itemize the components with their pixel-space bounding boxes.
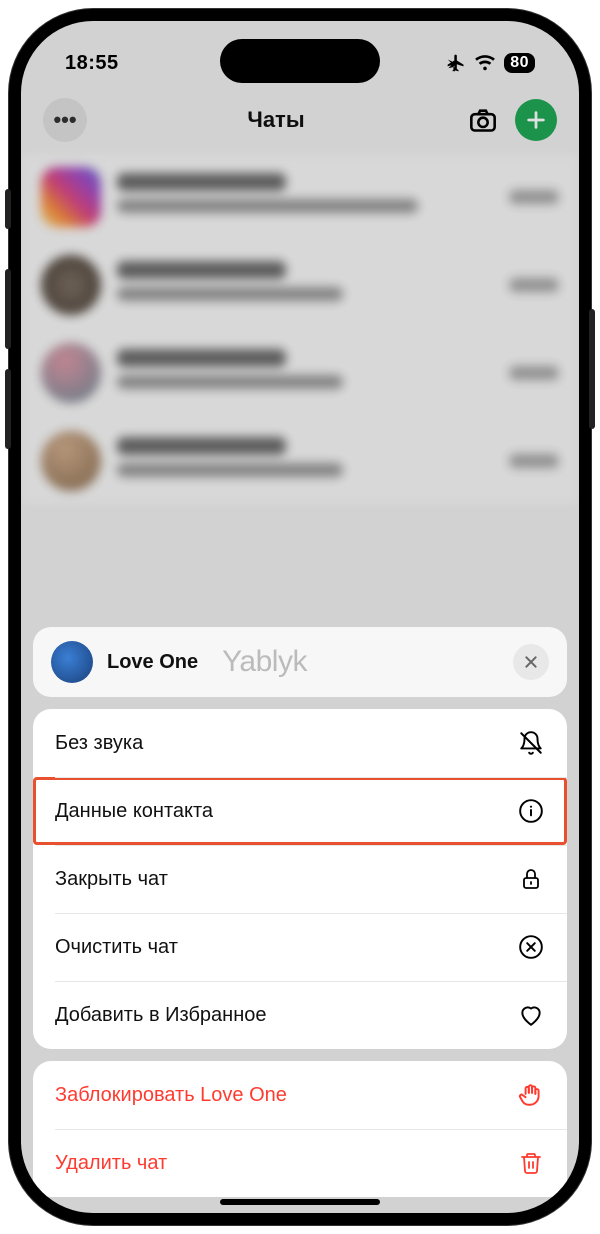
volume-up-button <box>5 269 11 349</box>
menu-item-label: Без звука <box>55 732 517 755</box>
add-favorites-menu-item[interactable]: Добавить в Избранное <box>33 981 567 1049</box>
battery-level: 80 <box>504 53 535 73</box>
home-indicator[interactable] <box>220 1199 380 1205</box>
status-time: 18:55 <box>65 52 119 75</box>
mute-switch <box>5 189 11 229</box>
menu-item-label: Очистить чат <box>55 936 517 959</box>
phone-frame: 18:55 80 ••• Чаты <box>9 9 591 1225</box>
close-icon <box>523 654 539 670</box>
close-chat-menu-item[interactable]: Закрыть чат <box>33 845 567 913</box>
chat-context-menu: Love One Yablyk Без звука Данные контакт… <box>33 627 567 1197</box>
context-header: Love One Yablyk <box>33 627 567 697</box>
heart-icon <box>517 1001 545 1029</box>
hand-icon <box>517 1081 545 1109</box>
delete-chat-menu-item[interactable]: Удалить чат <box>33 1129 567 1197</box>
block-menu-item[interactable]: Заблокировать Love One <box>33 1061 567 1129</box>
x-circle-icon <box>517 933 545 961</box>
airplane-icon <box>446 53 466 73</box>
trash-icon <box>517 1149 545 1177</box>
power-button <box>589 309 595 429</box>
wifi-icon <box>474 54 496 72</box>
bell-slash-icon <box>517 729 545 757</box>
menu-item-label: Удалить чат <box>55 1152 517 1175</box>
contact-name: Love One <box>107 651 198 674</box>
menu-item-label: Данные контакта <box>55 800 517 823</box>
mute-menu-item[interactable]: Без звука <box>33 709 567 777</box>
screen: 18:55 80 ••• Чаты <box>21 21 579 1213</box>
close-button[interactable] <box>513 644 549 680</box>
clear-chat-menu-item[interactable]: Очистить чат <box>33 913 567 981</box>
volume-down-button <box>5 369 11 449</box>
avatar <box>51 641 93 683</box>
info-icon <box>517 797 545 825</box>
dynamic-island <box>220 39 380 83</box>
watermark-text: Yablyk <box>212 645 499 679</box>
menu-item-label: Добавить в Избранное <box>55 1004 517 1027</box>
lock-icon <box>517 865 545 893</box>
contact-info-menu-item[interactable]: Данные контакта <box>33 777 567 845</box>
menu-item-label: Заблокировать Love One <box>55 1084 517 1107</box>
menu-group-danger: Заблокировать Love One Удалить чат <box>33 1061 567 1197</box>
menu-group-main: Без звука Данные контакта Закрыть чат <box>33 709 567 1049</box>
menu-item-label: Закрыть чат <box>55 868 517 891</box>
